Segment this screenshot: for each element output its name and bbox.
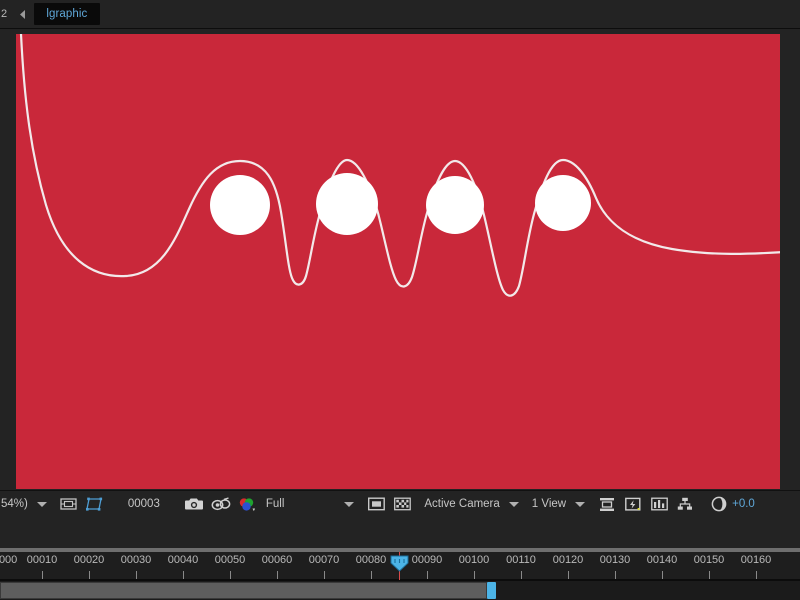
pixel-aspect-icon[interactable] xyxy=(597,495,617,514)
timeline-tick xyxy=(324,571,325,579)
timeline-tick xyxy=(662,571,663,579)
timeline-tick-label: 00050 xyxy=(214,554,246,566)
zoom-chevron-down-icon[interactable] xyxy=(36,501,47,507)
view-layout-value[interactable]: 1 View xyxy=(532,498,566,510)
timeline-icon[interactable] xyxy=(649,495,669,514)
after-effects-window: 2 lgraphic 54%) 00003 Full Active Camera… xyxy=(0,0,800,600)
timeline-tick-label: 00060 xyxy=(261,554,293,566)
timeline-tick-label: 00020 xyxy=(73,554,105,566)
timeline-tick-label: 00140 xyxy=(646,554,678,566)
timeline-tick-label: 00040 xyxy=(167,554,199,566)
flowchart-icon[interactable] xyxy=(675,495,695,514)
resolution-chevron-down-icon[interactable] xyxy=(344,501,355,507)
work-area-bar[interactable] xyxy=(0,582,487,599)
timeline-tick-label: 00160 xyxy=(740,554,772,566)
view-layout-chevron-down-icon[interactable] xyxy=(575,501,586,507)
timeline-tick-label: 00080 xyxy=(355,554,387,566)
timeline-tick xyxy=(230,571,231,579)
view-mode-chevron-down-icon[interactable] xyxy=(508,501,519,507)
fast-previews-icon[interactable] xyxy=(623,495,643,514)
camera-icon[interactable] xyxy=(185,495,205,514)
vector-artwork xyxy=(16,34,780,489)
work-area-end-handle[interactable] xyxy=(487,582,496,599)
transparency-grid-icon[interactable] xyxy=(392,495,412,514)
timeline-tick xyxy=(183,571,184,579)
timeline-tick-label: 00000 xyxy=(0,554,18,566)
work-area-strip[interactable] xyxy=(0,580,800,600)
timeline-tick xyxy=(277,571,278,579)
show-snapshot-icon[interactable] xyxy=(211,495,231,514)
timeline-tick xyxy=(136,571,137,579)
exposure-icon[interactable] xyxy=(709,495,729,514)
resolution-value[interactable]: Full xyxy=(266,498,285,510)
tab-label: lgraphic xyxy=(46,8,88,20)
region-of-interest-icon[interactable] xyxy=(85,495,105,514)
timeline-tick xyxy=(42,571,43,579)
timeline-tick-label: 00130 xyxy=(599,554,631,566)
timeline-tick xyxy=(371,571,372,579)
timeline-tick-label: 00110 xyxy=(506,554,536,566)
timeline-tick-label: 00070 xyxy=(308,554,340,566)
timeline-tick xyxy=(474,571,475,579)
exposure-value[interactable]: +0.0 xyxy=(732,498,755,510)
timeline-tick xyxy=(568,571,569,579)
zoom-level-value[interactable]: 54%) xyxy=(0,498,28,510)
tab-lgraphic[interactable]: lgraphic xyxy=(34,3,101,25)
timeline-tick-label: 00090 xyxy=(411,554,443,566)
circle-shape xyxy=(535,175,591,231)
timeline-tick-label: 00100 xyxy=(458,554,490,566)
timeline-tick xyxy=(427,571,428,579)
color-channels-icon[interactable] xyxy=(237,495,257,514)
toggle-mask-icon[interactable] xyxy=(366,495,386,514)
timeline-tick xyxy=(615,571,616,579)
canvas-background xyxy=(16,34,780,489)
playhead-marker-icon[interactable] xyxy=(390,555,409,572)
view-mode-value[interactable]: Active Camera xyxy=(424,498,499,510)
circle-shape xyxy=(210,175,270,235)
circle-shape xyxy=(426,176,484,234)
timeline-tick xyxy=(89,571,90,579)
circle-shape xyxy=(316,173,378,235)
triangle-left-icon[interactable] xyxy=(14,5,30,23)
grid-guides-icon[interactable] xyxy=(59,495,79,514)
composition-canvas[interactable] xyxy=(16,34,780,489)
composition-tab-bar: 2 lgraphic xyxy=(0,0,800,29)
timeline-tick-label: 00120 xyxy=(552,554,584,566)
timeline-spacer xyxy=(0,517,800,548)
timeline-tick xyxy=(709,571,710,579)
timeline-tick xyxy=(756,571,757,579)
tab-bar-prefix-label: 2 xyxy=(1,8,8,20)
timeline-tick-label: 00150 xyxy=(693,554,725,566)
viewer-toolbar: 54%) 00003 Full Active Camera 1 View +0.… xyxy=(0,490,800,517)
timeline-ruler[interactable]: 00000 00010 00020 00030 00040 00050 00060 00070… xyxy=(0,552,800,600)
current-time-value[interactable]: 00003 xyxy=(128,498,160,510)
timeline-tick xyxy=(521,571,522,579)
timeline-panel: 00000 00010 00020 00030 00040 00050 00060 00070… xyxy=(0,517,800,600)
timeline-tick-label: 00030 xyxy=(120,554,152,566)
composition-viewer-panel xyxy=(0,29,800,490)
timeline-tick-label: 00010 xyxy=(26,554,58,566)
